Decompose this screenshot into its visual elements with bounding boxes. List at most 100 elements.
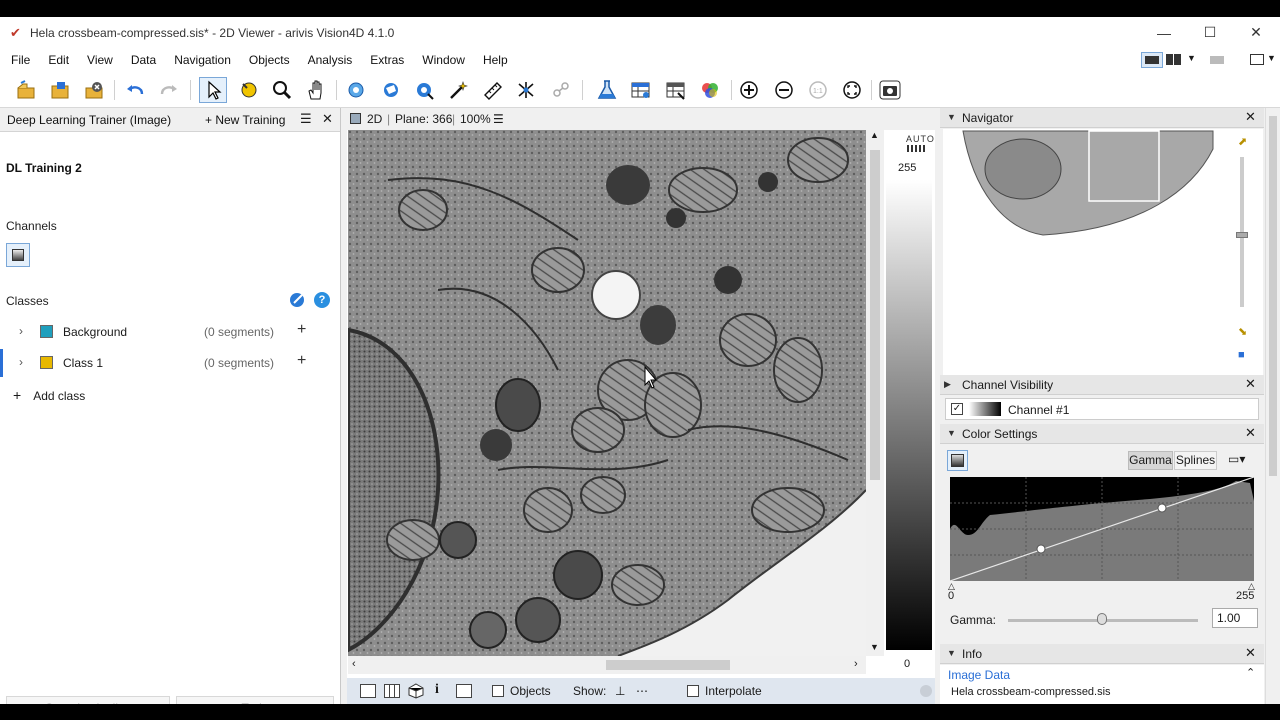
menu-help[interactable]: Help: [474, 48, 517, 72]
open-button[interactable]: [12, 77, 40, 103]
save-button[interactable]: [46, 77, 74, 103]
hamburger-menu-icon[interactable]: ☰: [300, 111, 312, 127]
menu-view[interactable]: View: [78, 48, 122, 72]
skeleton-tool-button[interactable]: [512, 77, 540, 103]
minimize-button[interactable]: —: [1141, 17, 1187, 48]
right-panel-scrollbar[interactable]: [1265, 108, 1280, 704]
close-icon[interactable]: ✕: [1245, 376, 1256, 392]
presets-menu-icon[interactable]: ▭▾: [1228, 452, 1245, 466]
expand-chevron-icon[interactable]: ›: [19, 324, 23, 338]
class-color-swatch[interactable]: [40, 325, 53, 338]
layout-grid-button[interactable]: [1210, 56, 1224, 64]
rotate-tool-button[interactable]: [342, 77, 370, 103]
filter-icon[interactable]: ☰: [493, 112, 504, 126]
splines-tab[interactable]: Splines: [1174, 451, 1217, 470]
image-canvas[interactable]: [348, 130, 866, 656]
show-option-icon[interactable]: ⊥: [615, 684, 625, 698]
help-icon[interactable]: ?: [314, 292, 330, 308]
close-file-button[interactable]: [80, 77, 108, 103]
menu-analysis[interactable]: Analysis: [299, 48, 362, 72]
panel-dropdown-icon[interactable]: ▼: [1267, 53, 1276, 63]
expand-chevron-icon[interactable]: ›: [19, 355, 23, 369]
zoom-in-button[interactable]: [735, 77, 763, 103]
analysis-button[interactable]: [593, 77, 621, 103]
measure-tool-button[interactable]: [479, 77, 507, 103]
navigator-bottom-icon[interactable]: ⬊: [1238, 325, 1247, 338]
select-tool-button[interactable]: [199, 77, 227, 103]
close-icon[interactable]: ✕: [1245, 109, 1256, 125]
color-channels-button[interactable]: [696, 77, 724, 103]
menu-data[interactable]: Data: [122, 48, 165, 72]
add-segment-icon[interactable]: +: [297, 321, 306, 339]
expand-icon[interactable]: ▶: [944, 379, 951, 390]
snapshot-button[interactable]: [876, 77, 904, 103]
scroll-left-icon[interactable]: ‹: [352, 658, 356, 670]
wand-tool-button[interactable]: [445, 77, 473, 103]
gamma-tab[interactable]: Gamma: [1128, 451, 1173, 470]
gamma-slider-thumb[interactable]: [1097, 613, 1107, 625]
grid-view-button[interactable]: [384, 684, 400, 698]
class-row-background[interactable]: › Background (0 segments) +: [0, 318, 340, 346]
zoom-tool-button[interactable]: [268, 77, 296, 103]
fit-view-button[interactable]: [838, 77, 866, 103]
navigator-header[interactable]: ▼ Navigator ✕: [940, 108, 1264, 128]
table-view-button[interactable]: [627, 77, 655, 103]
single-view-button[interactable]: [360, 684, 376, 698]
lasso-tool-button[interactable]: [235, 77, 263, 103]
3d-cube-icon[interactable]: [408, 683, 424, 699]
menu-objects[interactable]: Objects: [240, 48, 299, 72]
paint-brush-icon[interactable]: [288, 292, 308, 308]
layout-split-button[interactable]: [1166, 54, 1182, 66]
layout-single-button[interactable]: [1141, 52, 1163, 68]
redo-button[interactable]: [155, 77, 183, 103]
horizontal-scrollbar[interactable]: ‹ ›: [348, 656, 866, 674]
channel-row[interactable]: ✓ Channel #1: [945, 398, 1259, 420]
train-button[interactable]: Train: [176, 696, 334, 704]
vertical-scrollbar[interactable]: ▲ ▼: [866, 130, 884, 656]
collapse-icon[interactable]: ▼: [947, 428, 956, 438]
histogram-plot[interactable]: [949, 476, 1255, 582]
channel-visibility-header[interactable]: ▶ Channel Visibility ✕: [940, 375, 1264, 395]
scroll-up-icon[interactable]: ▲: [870, 130, 879, 140]
close-icon[interactable]: ✕: [1245, 645, 1256, 661]
show-option-icon-2[interactable]: ⋯: [636, 684, 648, 698]
collapse-icon[interactable]: ▼: [947, 648, 956, 658]
collapse-icon[interactable]: ▼: [947, 112, 956, 122]
panel-layout-button[interactable]: [1250, 54, 1264, 65]
menu-edit[interactable]: Edit: [39, 48, 78, 72]
navigator-zoom-thumb[interactable]: [1236, 232, 1248, 238]
class-color-swatch[interactable]: [40, 356, 53, 369]
close-panel-icon[interactable]: ✕: [322, 111, 333, 127]
scroll-right-icon[interactable]: ›: [854, 658, 858, 670]
add-segment-icon[interactable]: +: [297, 352, 306, 370]
display-settings-button[interactable]: [456, 684, 472, 698]
close-icon[interactable]: ✕: [1245, 425, 1256, 441]
info-header[interactable]: ▼ Info ✕: [940, 644, 1264, 664]
tracking-tool-button[interactable]: [547, 77, 575, 103]
collapse-up-icon[interactable]: ⌃: [1246, 666, 1255, 679]
zoom-out-button[interactable]: [770, 77, 798, 103]
maximize-button[interactable]: ☐: [1187, 17, 1233, 48]
color-channel-button[interactable]: [947, 450, 968, 471]
info-icon[interactable]: i: [435, 682, 439, 698]
zoom-actual-button[interactable]: 1:1: [804, 77, 832, 103]
menu-extras[interactable]: Extras: [361, 48, 413, 72]
interpolate-checkbox[interactable]: [687, 685, 699, 697]
right-panel-scroll-thumb[interactable]: [1269, 116, 1277, 476]
magic-wand-button[interactable]: [411, 77, 439, 103]
undo-button[interactable]: [121, 77, 149, 103]
navigator-view[interactable]: ⬈ ⬊ ■: [943, 129, 1263, 375]
lut-gradient[interactable]: [886, 180, 932, 650]
lut-auto-button[interactable]: AUTO: [906, 134, 935, 144]
new-training-button[interactable]: + New Training: [205, 113, 285, 127]
open-in-pipeline-button[interactable]: Open in pipeline: [6, 696, 170, 704]
class-row-class-1[interactable]: › Class 1 (0 segments) +: [0, 349, 340, 377]
navigator-camera-icon[interactable]: ■: [1238, 349, 1245, 361]
menu-navigation[interactable]: Navigation: [165, 48, 240, 72]
channel-visible-checkbox[interactable]: ✓: [951, 403, 963, 415]
image-data-label[interactable]: Image Data: [948, 668, 1010, 682]
layout-dropdown-icon[interactable]: ▼: [1187, 53, 1196, 63]
scroll-down-icon[interactable]: ▼: [870, 642, 879, 652]
pan-tool-button[interactable]: [302, 77, 330, 103]
channel-selector-button[interactable]: [6, 243, 30, 267]
